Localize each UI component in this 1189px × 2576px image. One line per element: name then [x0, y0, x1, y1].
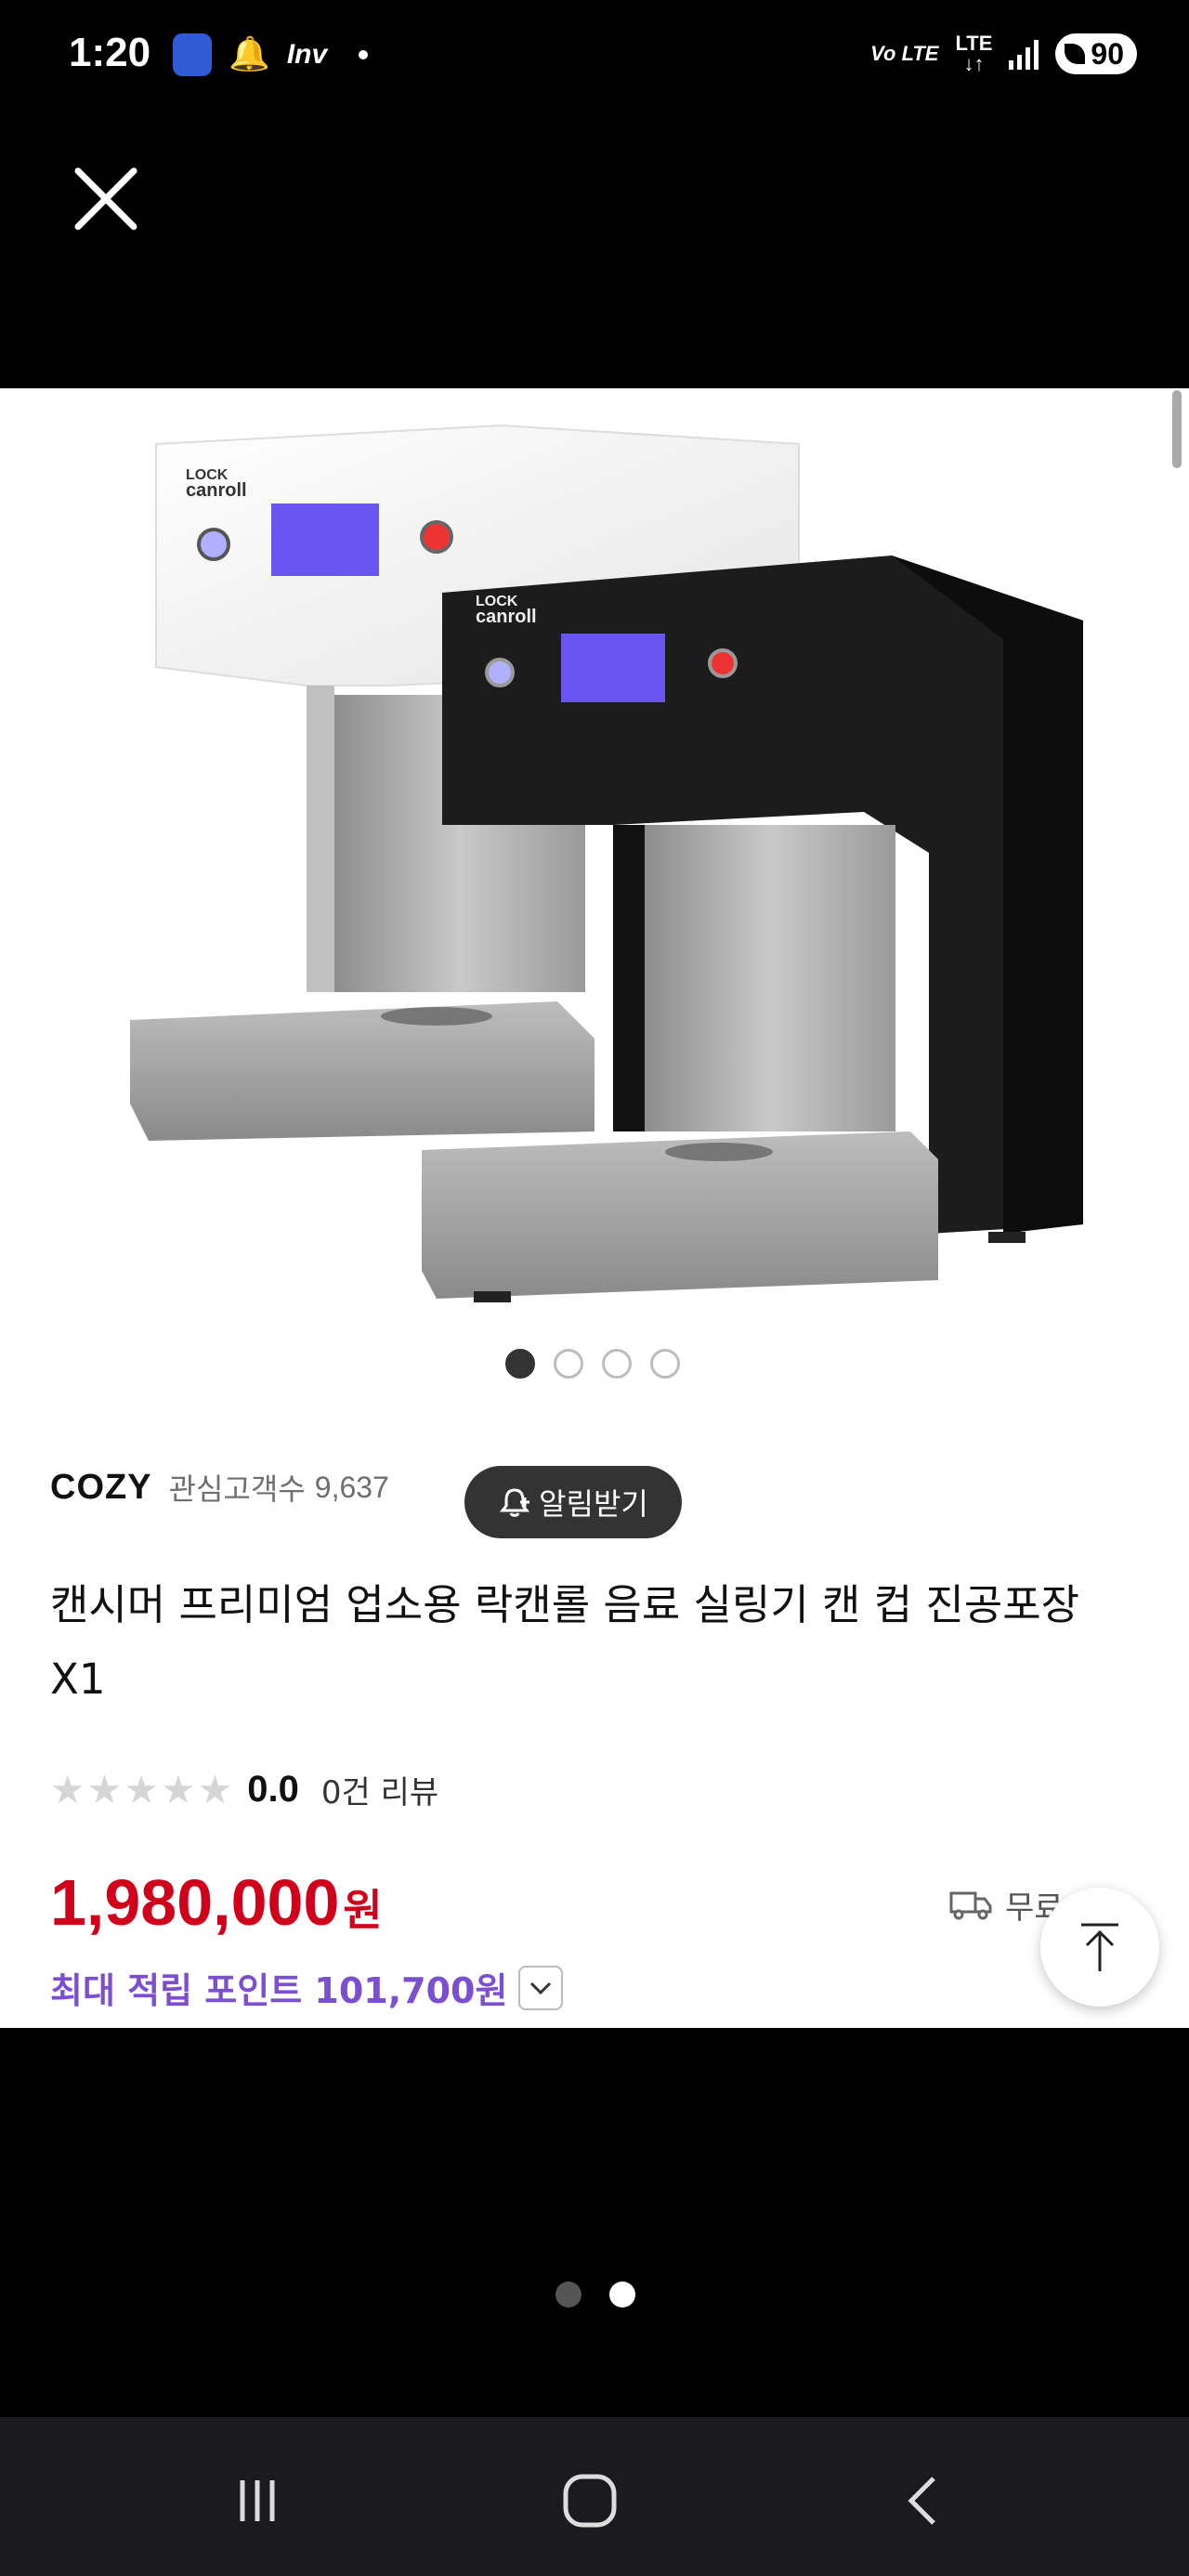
product-title: 캔시머 프리미엄 업소용 락캔롤 음료 실링기 캔 컵 진공포장 X1	[50, 1580, 1080, 1704]
status-left-icons: 🔔 Inv	[173, 33, 369, 76]
chevron-down-icon	[530, 1981, 552, 1994]
carousel-dot-1[interactable]	[505, 1349, 535, 1379]
star-icon: ★	[160, 1767, 196, 1812]
back-button[interactable]	[882, 2464, 966, 2538]
max-points-text: 최대 적립 포인트 101,700원	[50, 1970, 508, 2011]
home-button[interactable]	[548, 2464, 632, 2538]
sim-app-icon	[173, 33, 212, 76]
points-row: 최대 적립 포인트 101,700원	[50, 1962, 564, 2013]
notification-bell-icon: 🔔	[229, 35, 270, 73]
svg-text:canroll: canroll	[186, 480, 247, 501]
carousel-dot-3[interactable]	[602, 1349, 632, 1379]
page-dot-2[interactable]	[609, 2282, 635, 2308]
lte-label: LTE	[955, 32, 993, 55]
carousel-dot-4[interactable]	[650, 1349, 680, 1379]
notification-subscribe-button[interactable]: 알림받기	[464, 1466, 682, 1538]
notification-subscribe-label: 알림받기	[539, 1486, 648, 1522]
page-indicator	[555, 2282, 635, 2308]
status-right-icons: Vo LTE LTE ↓↑ 90	[870, 33, 1137, 74]
page-dot-1[interactable]	[555, 2282, 581, 2308]
close-icon	[74, 167, 137, 230]
carrier-label: Inv	[286, 39, 328, 70]
arrow-up-icon	[1081, 1923, 1118, 1971]
seller-row: COZY 관심고객수 9,637	[50, 1466, 389, 1509]
recent-apps-button[interactable]	[216, 2464, 299, 2538]
home-icon	[563, 2474, 617, 2528]
close-button[interactable]	[65, 158, 147, 240]
volte-indicator: Vo LTE	[870, 42, 939, 65]
delivery-truck-icon	[949, 1891, 992, 1919]
rating-row[interactable]: ★ ★ ★ ★ ★ 0.0 0건 리뷰	[50, 1767, 438, 1812]
review-count[interactable]: 0건 리뷰	[321, 1767, 438, 1812]
battery-level: 90	[1091, 36, 1124, 71]
svg-text:canroll: canroll	[476, 607, 537, 627]
star-rating: ★ ★ ★ ★ ★	[50, 1767, 232, 1812]
rating-score: 0.0	[247, 1769, 299, 1810]
status-time: 1:20	[69, 30, 151, 75]
top-bar	[0, 111, 1189, 388]
signal-strength-icon	[1009, 38, 1039, 70]
seller-name[interactable]: COZY	[50, 1468, 152, 1508]
data-arrows-icon: ↓↑	[963, 52, 985, 75]
lte-indicator: LTE ↓↑	[955, 33, 992, 74]
price-value: 1,980,000	[50, 1866, 340, 1939]
system-navigation-bar	[0, 2417, 1189, 2576]
points-expand-button[interactable]	[518, 1965, 564, 2010]
image-carousel-indicator	[505, 1349, 680, 1379]
status-bar: 1:20 🔔 Inv Vo LTE LTE ↓↑ 90	[0, 0, 1189, 111]
follower-label: 관심고객수	[168, 1471, 306, 1507]
back-icon	[908, 2477, 935, 2525]
battery-indicator: 90	[1055, 33, 1137, 74]
recent-apps-icon	[240, 2480, 275, 2521]
follower-count: 9,637	[314, 1470, 389, 1504]
star-icon: ★	[124, 1767, 159, 1812]
product-image[interactable]: LOCK canroll LOCK canroll	[0, 388, 1189, 1317]
star-icon: ★	[197, 1767, 233, 1812]
price-unit: 원	[343, 1885, 383, 1935]
star-icon: ★	[86, 1767, 123, 1812]
scroll-to-top-button[interactable]	[1040, 1888, 1159, 2007]
price: 1,980,000 원	[50, 1865, 383, 1940]
carousel-dot-2[interactable]	[554, 1349, 583, 1379]
battery-saver-icon	[1065, 44, 1086, 64]
star-icon: ★	[50, 1767, 85, 1812]
notification-dot-icon	[359, 50, 369, 59]
bell-plus-icon	[499, 1488, 530, 1517]
product-detail-content: LOCK canroll LOCK canroll COZY 관심고객수 9,6…	[0, 388, 1189, 2028]
